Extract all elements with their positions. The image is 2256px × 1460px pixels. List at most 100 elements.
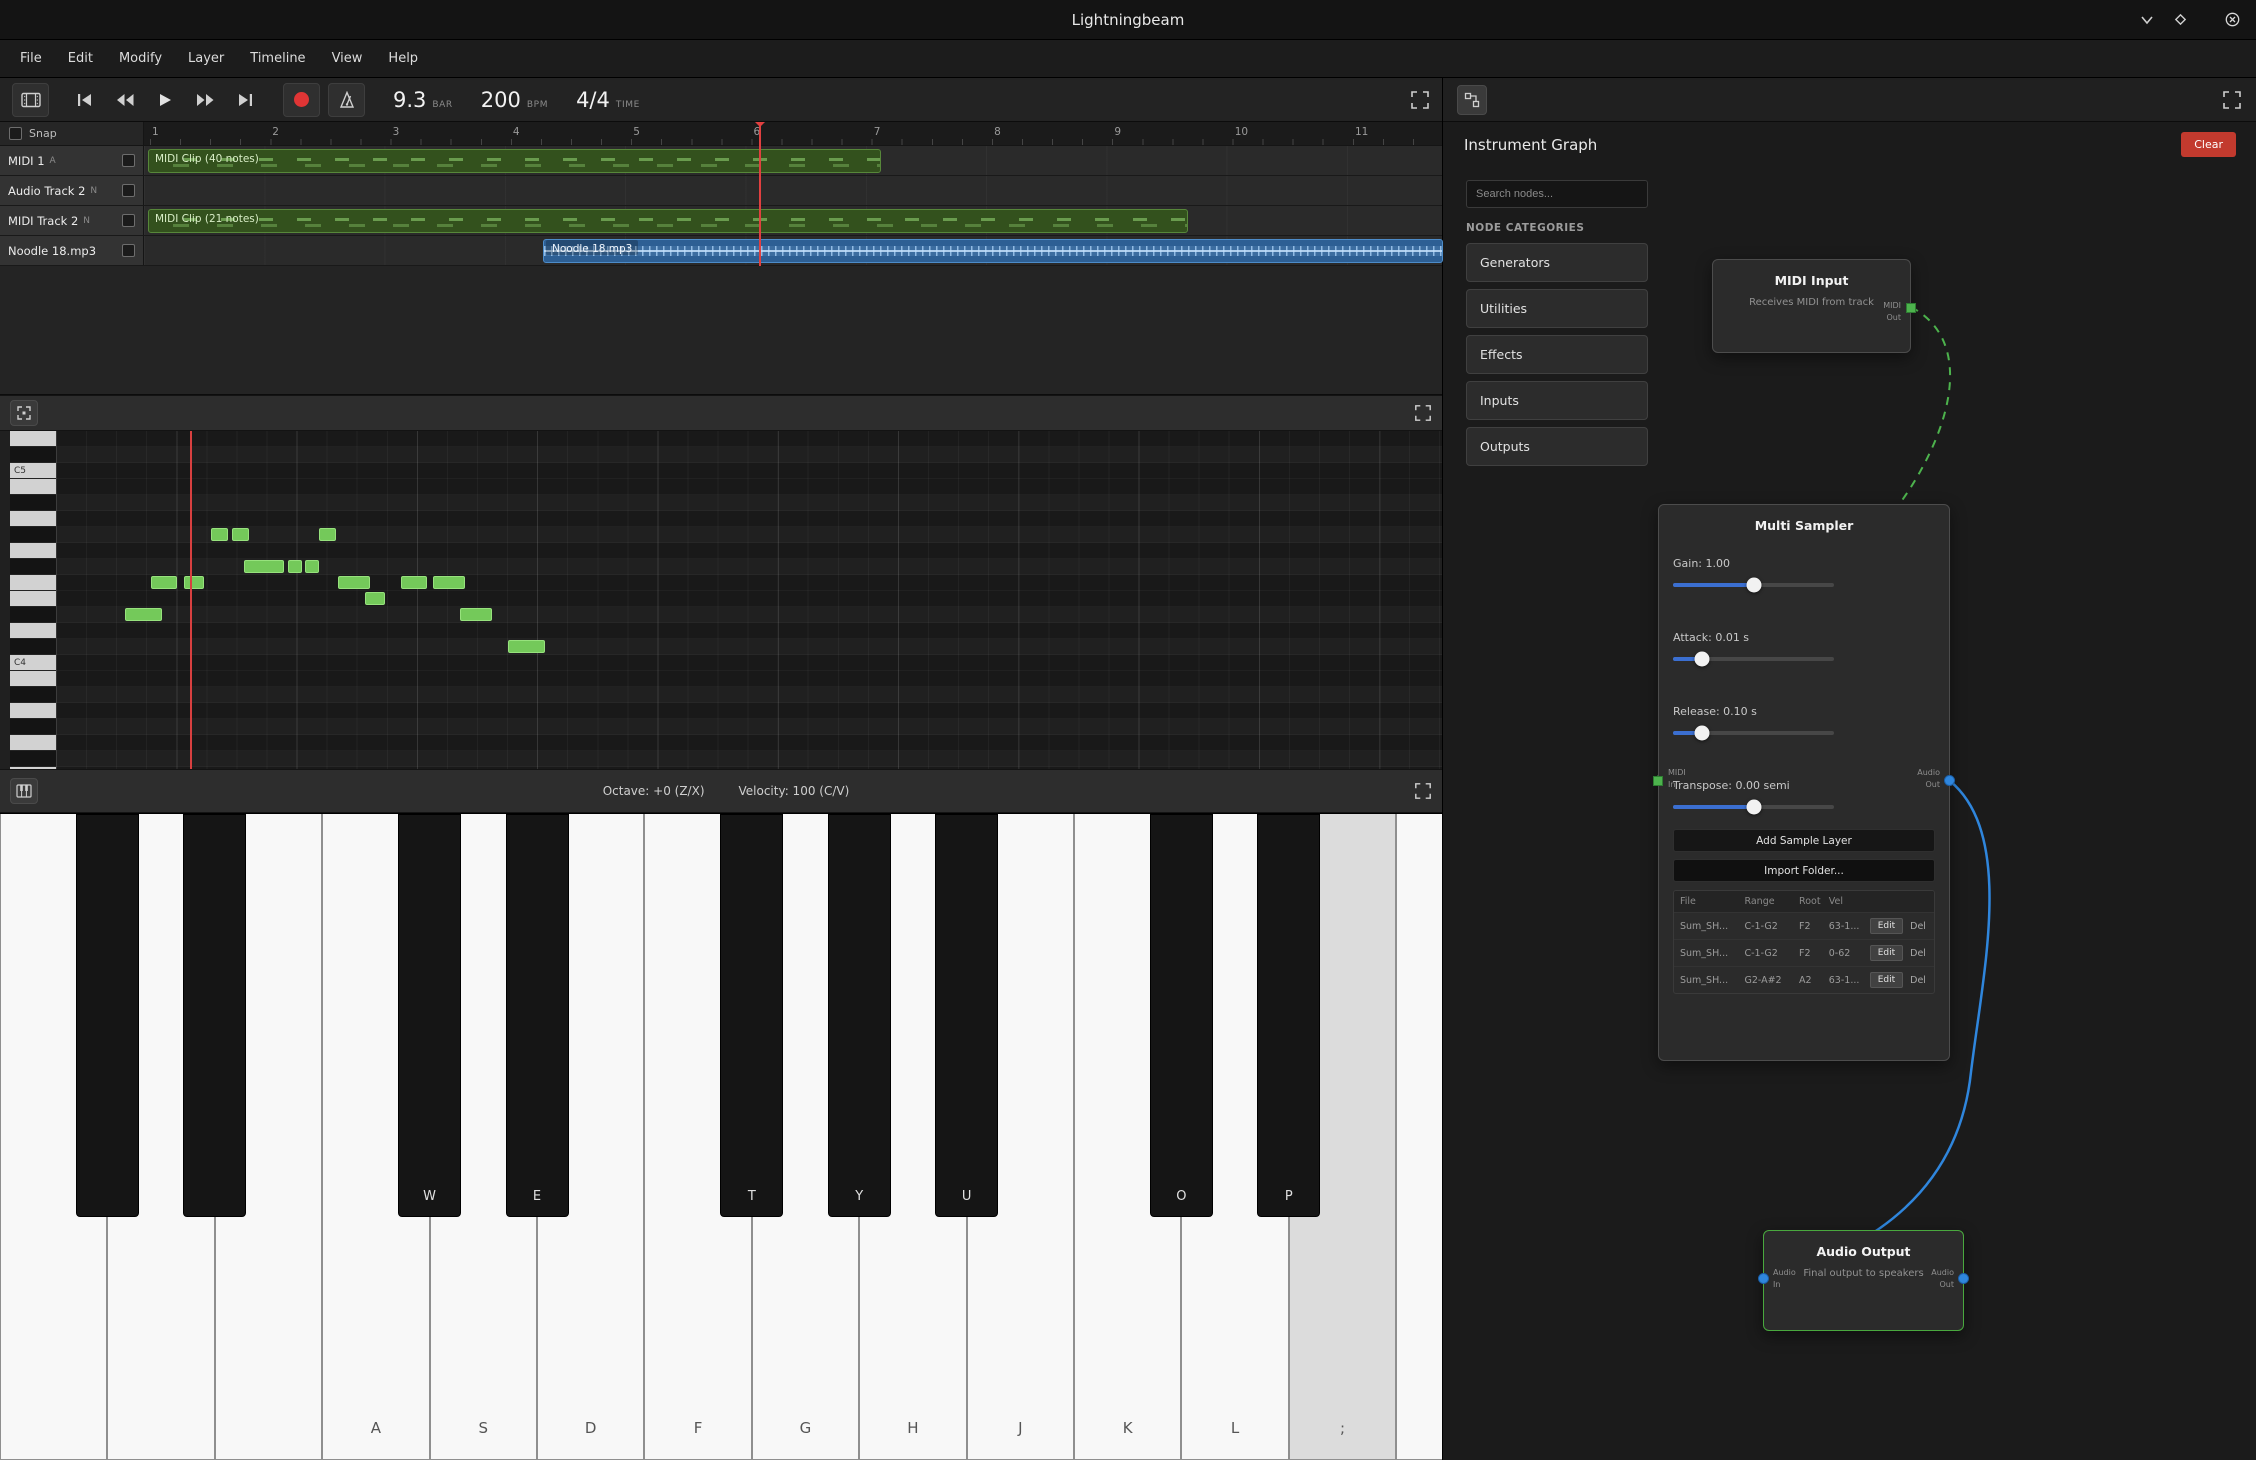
track-header-audio-track-2[interactable]: Audio Track 2N — [0, 176, 144, 205]
piano-roll-grid[interactable] — [56, 431, 1442, 769]
category-outputs[interactable]: Outputs — [1466, 427, 1648, 466]
slider-track[interactable] — [1673, 731, 1834, 735]
track-checkbox[interactable] — [122, 214, 135, 227]
slider-thumb[interactable] — [1694, 726, 1709, 741]
midi-out-port[interactable] — [1906, 303, 1916, 313]
audio-out-port[interactable] — [1944, 775, 1955, 786]
clear-graph-button[interactable]: Clear — [2181, 132, 2236, 157]
piano-roll-key-fs4[interactable] — [10, 559, 56, 575]
midi-clip[interactable]: MIDI Clip (21 notes) — [148, 209, 1188, 233]
midi-note[interactable] — [244, 560, 284, 573]
play-button[interactable] — [147, 83, 183, 117]
piano-roll-key-f4[interactable] — [10, 575, 56, 591]
slider-track[interactable] — [1673, 657, 1834, 661]
midi-note[interactable] — [184, 576, 204, 589]
midi-note[interactable] — [211, 528, 228, 541]
fast-forward-button[interactable] — [187, 83, 223, 117]
black-key-e[interactable]: E — [506, 814, 569, 1217]
piano-roll-key-d5[interactable] — [10, 431, 56, 447]
midi-clip[interactable]: MIDI Clip (40 notes) — [148, 149, 881, 173]
graph-canvas[interactable]: Instrument Graph Clear NODE CATEGORIES G… — [1443, 122, 2256, 1460]
node-multi-sampler[interactable]: Multi Sampler Gain: 1.00Attack: 0.01 sRe… — [1658, 504, 1950, 1061]
piano-roll-key-b4[interactable] — [10, 479, 56, 495]
black-key-y[interactable]: Y — [828, 814, 891, 1217]
piano-roll-key-a4[interactable] — [10, 511, 56, 527]
edit-sample-button[interactable]: Edit — [1870, 918, 1903, 934]
black-key-t[interactable]: T — [720, 814, 783, 1217]
graph-expand-icon[interactable] — [2222, 90, 2242, 110]
menu-modify[interactable]: Modify — [107, 46, 174, 71]
piano-roll-key-c5[interactable]: C5 — [10, 463, 56, 479]
midi-note[interactable] — [460, 608, 492, 621]
piano-roll-key-c4[interactable]: C4 — [10, 655, 56, 671]
track-lane[interactable]: MIDI Clip (21 notes) — [144, 206, 1442, 235]
fit-view-icon[interactable] — [10, 400, 38, 426]
piano-roll-key-cs4[interactable] — [10, 639, 56, 655]
piano-roll-key-gs3[interactable] — [10, 719, 56, 735]
piano-roll-key-fs3[interactable] — [10, 751, 56, 767]
midi-note[interactable] — [433, 576, 465, 589]
piano-roll-key-g3[interactable] — [10, 735, 56, 751]
track-checkbox[interactable] — [122, 154, 135, 167]
close-icon[interactable] — [2225, 12, 2240, 27]
midi-note[interactable] — [288, 560, 302, 573]
slider-thumb[interactable] — [1746, 578, 1761, 593]
edit-sample-button[interactable]: Edit — [1870, 972, 1903, 988]
midi-in-port[interactable] — [1653, 776, 1663, 786]
keyboard-expand-icon[interactable] — [1414, 782, 1432, 800]
category-inputs[interactable]: Inputs — [1466, 381, 1648, 420]
midi-note[interactable] — [338, 576, 370, 589]
audio-clip[interactable]: Noodle 18.mp3 — [543, 239, 1443, 263]
black-key-p[interactable]: P — [1257, 814, 1320, 1217]
piano-icon[interactable] — [10, 778, 38, 804]
add-sample-layer-button[interactable]: Add Sample Layer — [1673, 829, 1935, 852]
edit-sample-button[interactable]: Edit — [1870, 945, 1903, 961]
node-graph-icon[interactable] — [1457, 85, 1487, 115]
timeline-film-icon[interactable] — [12, 83, 49, 117]
piano-roll-key-ds4[interactable] — [10, 607, 56, 623]
black-key-u[interactable]: U — [935, 814, 998, 1217]
timeline-playhead[interactable] — [759, 122, 761, 266]
piano-roll-key-as4[interactable] — [10, 495, 56, 511]
category-utilities[interactable]: Utilities — [1466, 289, 1648, 328]
midi-note[interactable] — [232, 528, 249, 541]
rewind-button[interactable] — [107, 83, 143, 117]
delete-sample-button[interactable]: Del — [1908, 946, 1928, 961]
menu-edit[interactable]: Edit — [56, 46, 105, 71]
bar-display[interactable]: 9.3 BAR — [393, 88, 453, 112]
midi-note[interactable] — [305, 560, 319, 573]
node-midi-input[interactable]: MIDI Input Receives MIDI from track MIDI… — [1712, 259, 1911, 353]
white-key-13[interactable] — [1396, 814, 1442, 1460]
midi-note[interactable] — [508, 640, 545, 653]
audio-in-port[interactable] — [1758, 1273, 1769, 1284]
track-lane[interactable]: Noodle 18.mp3 — [144, 236, 1442, 265]
track-checkbox[interactable] — [122, 244, 135, 257]
track-checkbox[interactable] — [122, 184, 135, 197]
menu-help[interactable]: Help — [376, 46, 430, 71]
slider-track[interactable] — [1673, 805, 1834, 809]
minimize-icon[interactable] — [2140, 15, 2154, 25]
metronome-button[interactable] — [328, 83, 365, 117]
timeline-expand-icon[interactable] — [1410, 90, 1430, 110]
track-lane[interactable]: MIDI Clip (40 notes) — [144, 146, 1442, 175]
black-key-1[interactable] — [183, 814, 246, 1217]
piano-roll-key-e4[interactable] — [10, 591, 56, 607]
midi-note[interactable] — [401, 576, 427, 589]
bpm-display[interactable]: 200 BPM — [481, 88, 548, 112]
midi-note[interactable] — [365, 592, 385, 605]
category-generators[interactable]: Generators — [1466, 243, 1648, 282]
time-signature-display[interactable]: 4/4 TIME — [576, 88, 640, 112]
midi-note[interactable] — [319, 528, 336, 541]
piano-roll-key-b3[interactable] — [10, 671, 56, 687]
import-folder-button[interactable]: Import Folder... — [1673, 859, 1935, 882]
piano-roll-playhead[interactable] — [190, 431, 192, 769]
track-header-noodle-18-mp3[interactable]: Noodle 18.mp3 — [0, 236, 144, 265]
category-effects[interactable]: Effects — [1466, 335, 1648, 374]
slider-thumb[interactable] — [1694, 652, 1709, 667]
menu-layer[interactable]: Layer — [176, 46, 236, 71]
menu-view[interactable]: View — [320, 46, 375, 71]
delete-sample-button[interactable]: Del — [1908, 973, 1928, 988]
timeline-ruler[interactable]: 1234567891011 — [144, 122, 1442, 146]
track-lane[interactable] — [144, 176, 1442, 205]
slider-track[interactable] — [1673, 583, 1834, 587]
